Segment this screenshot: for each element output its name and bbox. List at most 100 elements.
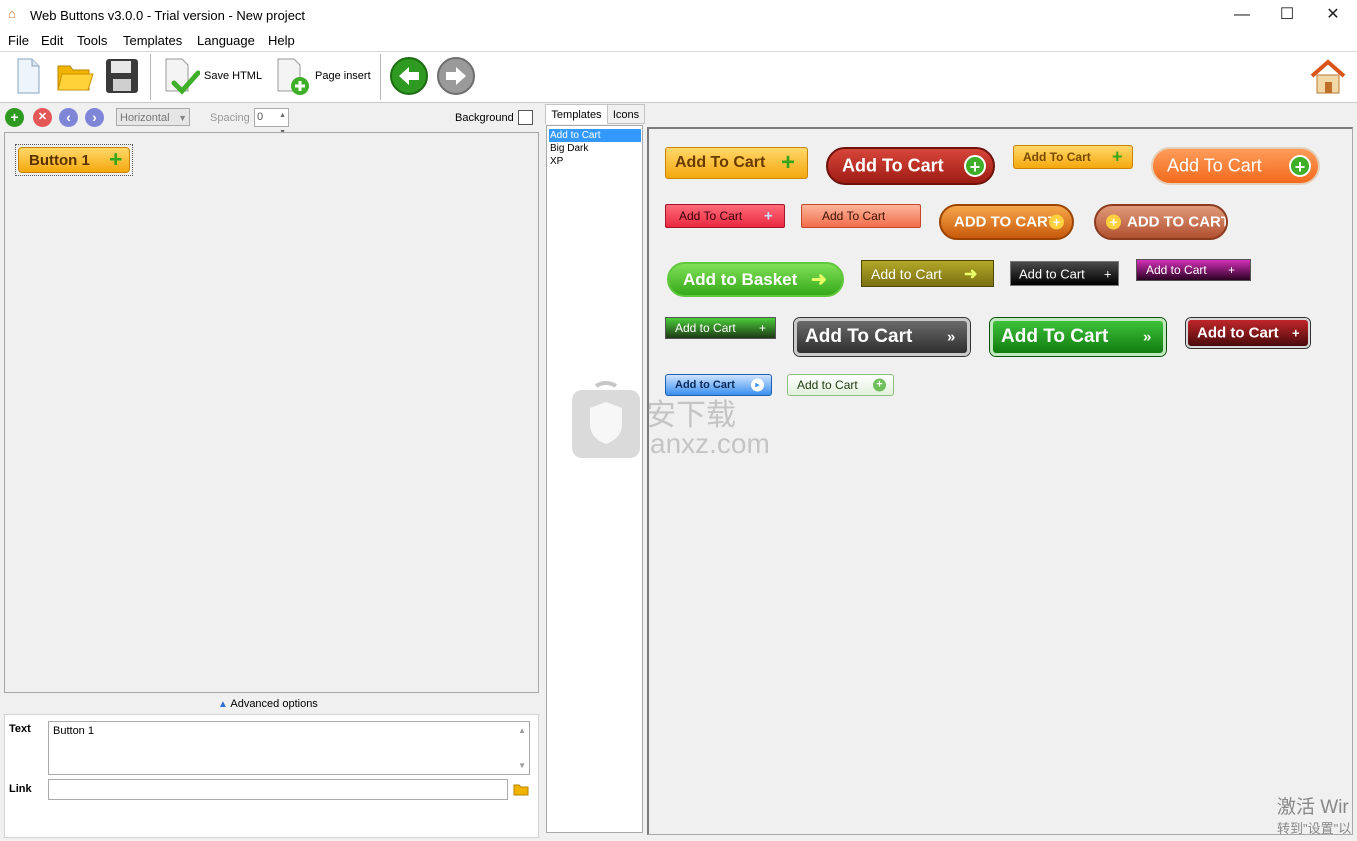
double-chevron-icon: » — [947, 328, 956, 346]
spacing-value: 0 — [257, 111, 264, 123]
arrow-up-icon: ▲ — [218, 699, 228, 710]
toolbar-separator — [150, 54, 151, 100]
home-icon[interactable] — [1308, 58, 1348, 96]
menu-language[interactable]: Language — [197, 33, 255, 48]
template-item-add-to-cart[interactable]: Add to Cart — [549, 129, 641, 142]
menu-templates[interactable]: Templates — [123, 33, 182, 48]
templates-area: Templates Icons Add to Cart Big Dark XP … — [543, 102, 1357, 841]
plus-circle-icon: + — [1049, 214, 1064, 230]
plus-icon: + — [759, 321, 767, 335]
menu-bar: File Edit Tools Templates Language Help — [0, 31, 1357, 51]
shield-watermark-icon — [572, 381, 640, 458]
double-chevron-icon: » — [1143, 328, 1152, 346]
plus-circle-icon: + — [964, 155, 986, 177]
preview-button[interactable]: Add to Cart + — [1010, 261, 1119, 286]
preview-button[interactable]: ADD TO CART + — [939, 204, 1074, 240]
plus-icon: + — [764, 207, 773, 225]
plus-icon: + — [781, 149, 796, 176]
preview-button[interactable]: Add To Cart + — [665, 204, 785, 228]
menu-file[interactable]: File — [8, 33, 29, 48]
save-html-label[interactable]: Save HTML — [204, 70, 262, 82]
template-item-xp[interactable]: XP — [549, 155, 641, 168]
preview-button[interactable]: Add To Cart — [801, 204, 921, 228]
orientation-value: Horizontal — [120, 112, 170, 124]
toolbar: Save HTML Page insert — [0, 51, 1357, 103]
background-label: Background — [455, 112, 514, 124]
preview-button[interactable]: Add to Cart + — [665, 317, 776, 339]
properties-panel: Text Button 1 ▲ ▼ Link — [4, 714, 539, 838]
preview-button[interactable]: Add To Cart » — [990, 318, 1166, 356]
spacing-stepper[interactable]: 0 ▲▼ — [254, 108, 289, 136]
browse-folder-icon[interactable] — [513, 782, 529, 796]
preview-button[interactable]: Add to Cart + — [1186, 318, 1310, 348]
advanced-options-label: Advanced options — [230, 698, 318, 710]
preview-button[interactable]: Add To Cart + — [1013, 145, 1133, 169]
preview-button[interactable]: Add To Cart » — [794, 318, 970, 356]
minimize-button[interactable]: — — [1219, 0, 1265, 31]
forward-icon[interactable] — [436, 56, 476, 96]
chevron-down-icon: ▼ — [178, 113, 187, 123]
toolbar-separator — [380, 54, 381, 100]
preview-button[interactable]: Add To Cart + — [665, 147, 808, 179]
plus-circle-icon: + — [1106, 214, 1121, 230]
plus-circle-icon: + — [873, 378, 886, 392]
preview-button[interactable]: Add to Basket ➜ — [667, 262, 844, 297]
page-insert-label[interactable]: Page insert — [315, 70, 371, 82]
tab-templates[interactable]: Templates — [545, 104, 608, 124]
template-preview: Add To Cart + Add To Cart + Add To Cart … — [647, 127, 1353, 835]
window-title: Web Buttons v3.0.0 - Trial version - New… — [30, 8, 306, 23]
scroll-down-icon[interactable]: ▼ — [518, 761, 526, 770]
template-list[interactable]: Add to Cart Big Dark XP — [546, 125, 643, 833]
button-canvas[interactable]: Button 1 + — [4, 132, 539, 693]
canvas-button-label: Button 1 — [29, 152, 90, 169]
text-label: Text — [9, 723, 31, 735]
spacing-label: Spacing — [210, 112, 250, 124]
plus-icon: + — [1228, 263, 1236, 277]
text-field[interactable]: Button 1 ▲ ▼ — [48, 721, 530, 775]
scroll-up-icon[interactable]: ▲ — [518, 726, 526, 735]
menu-edit[interactable]: Edit — [41, 33, 63, 48]
delete-button-icon[interactable]: ✕ — [33, 108, 52, 127]
app-icon: ⌂ — [8, 6, 16, 21]
button-controls: + ✕ ‹ › Horizontal ▼ Spacing 0 ▲▼ Backgr… — [0, 102, 541, 136]
preview-button[interactable]: + ADD TO CART — [1094, 204, 1228, 240]
chevron-right-circle-icon: ▸ — [751, 378, 764, 392]
background-checkbox[interactable] — [518, 110, 533, 125]
preview-button[interactable]: Add To Cart + — [826, 147, 995, 185]
advanced-options-link[interactable]: ▲ Advanced options — [218, 698, 318, 710]
maximize-button[interactable]: ☐ — [1264, 0, 1310, 31]
preview-button[interactable]: Add to Cart + — [787, 374, 894, 396]
preview-button[interactable]: Add To Cart + — [1151, 147, 1320, 185]
move-right-icon[interactable]: › — [85, 108, 104, 127]
button-face: Button 1 + — [18, 146, 130, 173]
activation-text-line1: 激活 Wir — [1277, 797, 1349, 818]
canvas-button[interactable]: Button 1 + — [15, 144, 133, 176]
back-icon[interactable] — [389, 56, 429, 96]
title-bar: ⌂ Web Buttons v3.0.0 - Trial version - N… — [0, 0, 1357, 31]
plus-icon: + — [109, 146, 123, 172]
template-item-big-dark[interactable]: Big Dark — [549, 142, 641, 155]
add-button-icon[interactable]: + — [5, 108, 24, 127]
tab-icons[interactable]: Icons — [607, 104, 645, 124]
move-left-icon[interactable]: ‹ — [59, 108, 78, 127]
preview-button[interactable]: Add to Cart + — [1136, 259, 1251, 281]
open-folder-icon[interactable] — [56, 58, 94, 94]
link-field[interactable] — [48, 779, 508, 800]
plus-icon: + — [1292, 325, 1300, 341]
close-button[interactable]: ✕ — [1310, 0, 1356, 31]
plus-icon: + — [1104, 266, 1112, 281]
save-disk-icon[interactable] — [104, 57, 140, 95]
preview-button[interactable]: Add to Cart ➜ — [861, 260, 994, 287]
link-label: Link — [9, 783, 32, 795]
activation-text-line2: 转到"设置"以 — [1277, 821, 1352, 836]
new-page-icon[interactable] — [14, 57, 42, 95]
orientation-select[interactable]: Horizontal ▼ — [116, 108, 190, 126]
menu-help[interactable]: Help — [268, 33, 295, 48]
left-pane: + ✕ ‹ › Horizontal ▼ Spacing 0 ▲▼ Backgr… — [0, 102, 541, 841]
watermark-site-text: anxz.com — [650, 428, 770, 459]
page-insert-icon[interactable] — [272, 55, 312, 97]
menu-tools[interactable]: Tools — [77, 33, 107, 48]
save-html-icon[interactable] — [160, 55, 200, 97]
plus-circle-icon: + — [1289, 155, 1311, 177]
arrow-right-icon: ➜ — [811, 269, 827, 290]
